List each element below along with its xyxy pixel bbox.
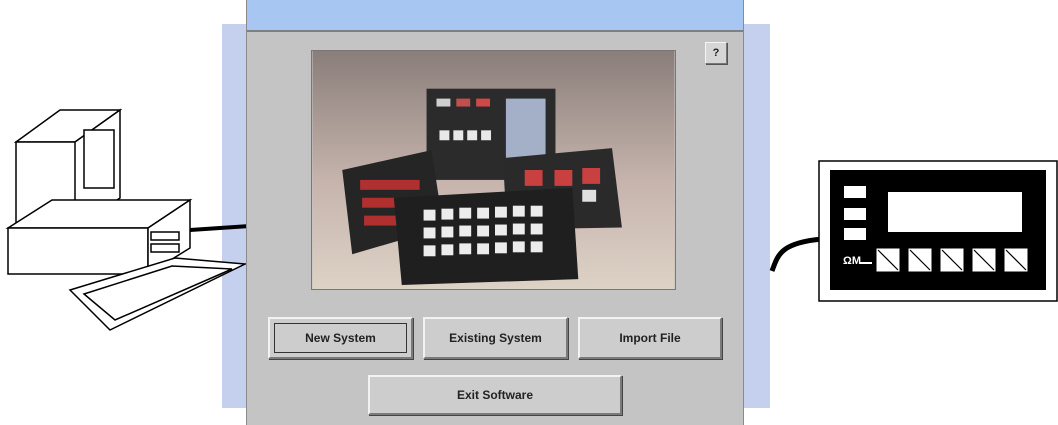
import-file-button[interactable]: Import File bbox=[578, 317, 722, 359]
computer-icon bbox=[5, 108, 250, 331]
help-button[interactable]: ? bbox=[705, 42, 727, 64]
new-system-button[interactable]: New System bbox=[268, 317, 413, 359]
device-icon: ΩM bbox=[818, 160, 1058, 302]
exit-software-button[interactable]: Exit Software bbox=[368, 375, 622, 415]
existing-system-button[interactable]: Existing System bbox=[423, 317, 568, 359]
launcher-window: ? New System Existing System Import File… bbox=[246, 0, 744, 425]
title-bar[interactable] bbox=[247, 0, 743, 32]
product-photo bbox=[311, 50, 676, 290]
device-port-label: ΩM bbox=[843, 255, 861, 267]
